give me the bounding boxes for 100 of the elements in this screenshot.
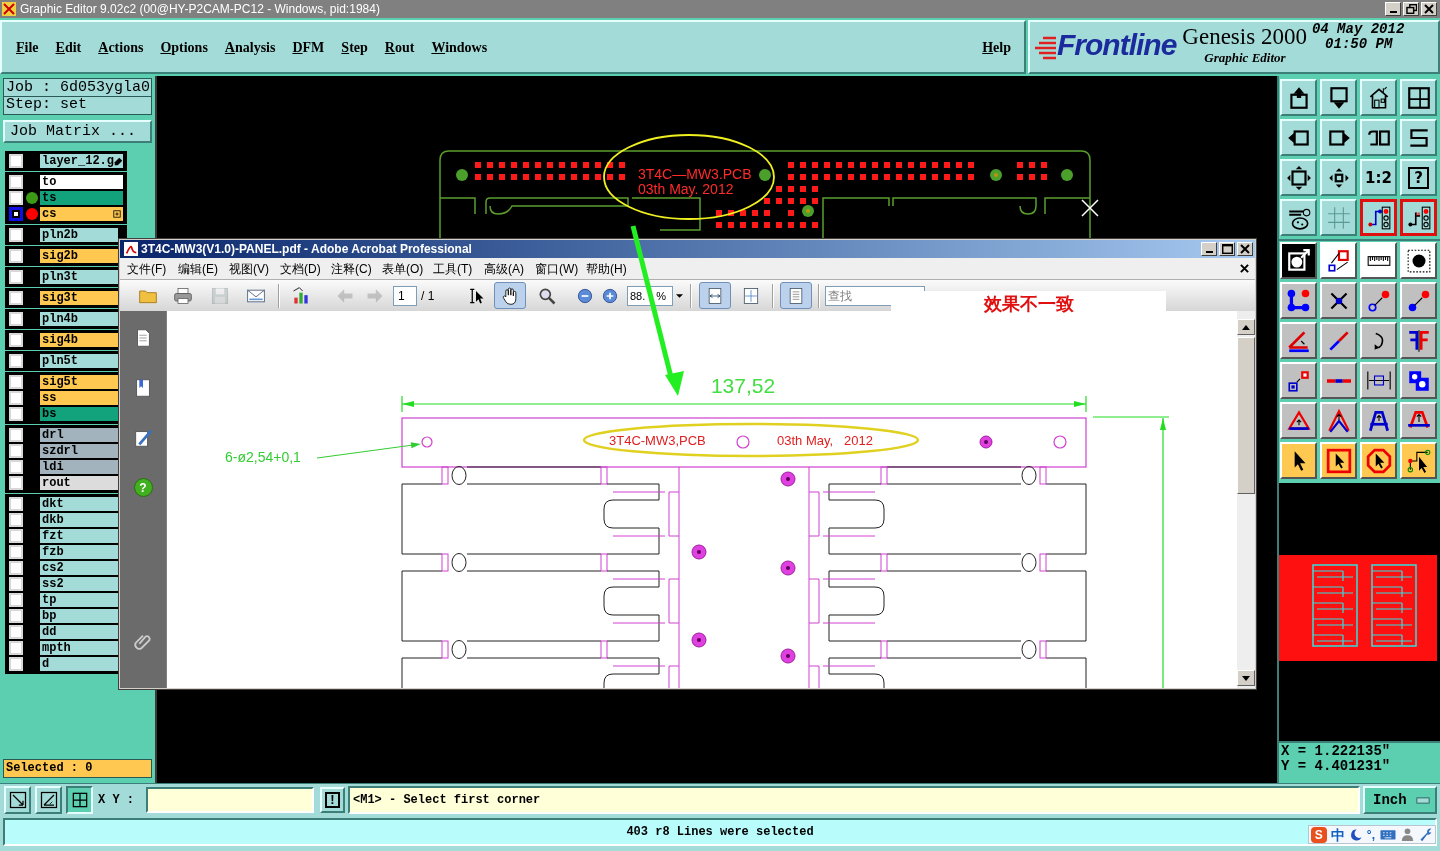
layer-name[interactable]: tp <box>40 593 118 607</box>
window-button[interactable] <box>1385 2 1401 16</box>
zoom-value-text: 88. <box>630 288 646 303</box>
menu-item[interactable]: 注释(C) <box>331 260 382 277</box>
pcb-label-text: 3T4C—MW3.PCB <box>638 166 752 182</box>
alert-button[interactable]: ! <box>320 787 345 813</box>
menu-item[interactable]: Help <box>982 39 1011 57</box>
layer-name[interactable]: mpth <box>40 641 118 655</box>
menu-item[interactable]: Actions <box>98 39 144 57</box>
layer-name[interactable]: bs <box>40 407 118 421</box>
layer-name[interactable]: pln3t <box>40 270 118 284</box>
layer-name[interactable]: sig2b <box>40 249 118 263</box>
menu-item[interactable]: 编辑(E) <box>178 260 229 277</box>
layer-name[interactable]: ss2 <box>40 577 118 591</box>
ime-logo[interactable]: S <box>1310 826 1327 843</box>
menu-item[interactable]: File <box>16 39 39 57</box>
hole-callout-text: 6-ø2,54+0,1 <box>225 449 301 465</box>
layer-name[interactable]: rout <box>40 476 118 490</box>
restore-icon <box>1405 4 1417 14</box>
menu-item[interactable]: DFM <box>292 39 325 57</box>
zoom-box-icon <box>7 790 28 810</box>
tool-button[interactable] <box>66 786 93 814</box>
input-mode-toggle[interactable]: 中 <box>1330 826 1345 843</box>
close-icon <box>1424 4 1434 14</box>
layer-name[interactable]: ldi <box>40 460 118 474</box>
speed-lines-icon <box>1034 36 1056 60</box>
window-title: 3T4C-MW3(V1.0)-PANEL.pdf - Adobe Acrobat Professional <box>141 242 472 256</box>
menu-item[interactable]: 文件(F) <box>127 260 178 277</box>
layer-name[interactable]: pln2b <box>40 228 118 242</box>
menu-item[interactable]: 视图(V) <box>229 260 280 277</box>
pdf-icon <box>124 242 138 256</box>
window-button[interactable] <box>1219 242 1235 256</box>
layer-name[interactable]: dkb <box>40 513 118 527</box>
menu-item[interactable]: 高级(A) <box>484 260 535 277</box>
arrow-down-icon <box>1242 675 1250 681</box>
layer-name[interactable]: dd <box>40 625 118 639</box>
menu-item[interactable]: Analysis <box>224 39 276 57</box>
layer-name[interactable]: sig3t <box>40 291 118 305</box>
pcb-label-text: 03th May. 2012 <box>638 181 734 197</box>
units-dropdown[interactable]: Inch <box>1363 786 1437 814</box>
layer-name[interactable]: to <box>40 175 123 189</box>
layer-name[interactable]: drl <box>40 428 118 442</box>
menu-item[interactable]: 窗口(W) <box>535 260 586 277</box>
menu-item[interactable]: 帮助(H) <box>586 260 637 277</box>
toolbar-button[interactable] <box>494 282 526 309</box>
menu-item[interactable]: Step <box>341 39 368 57</box>
step-name-field: Step: set <box>3 97 152 115</box>
menu-item[interactable]: 文档(D) <box>280 260 331 277</box>
toolbar-button[interactable]: 1:2 <box>1360 159 1397 196</box>
line-squares-icon <box>1325 247 1352 274</box>
toolbar-button[interactable] <box>1360 199 1397 236</box>
plus-box-icon <box>113 210 121 218</box>
dimension-text: 137,52 <box>710 374 776 397</box>
layer-name[interactable]: pln4b <box>40 312 118 326</box>
scroll-up-button[interactable] <box>1237 319 1255 335</box>
window-button[interactable] <box>1403 2 1419 16</box>
job-name-field: Job : 6d053ygla0 <box>3 78 152 97</box>
layer-name[interactable]: fzb <box>40 545 118 559</box>
layer-name[interactable]: ss <box>40 391 118 405</box>
moon-icon <box>1348 827 1363 842</box>
minimize-icon <box>1205 251 1213 253</box>
y-coordinate: Y = 4.401231" <box>1281 759 1392 774</box>
xy-input-field[interactable] <box>146 787 314 813</box>
menu-item[interactable]: Edit <box>55 39 82 57</box>
pointer-octagon-icon <box>1365 447 1392 474</box>
drill-hole <box>736 435 750 449</box>
layer-name[interactable]: sig4b <box>40 333 118 347</box>
caret-icon <box>675 293 683 298</box>
app-icon <box>2 2 16 16</box>
layer-name[interactable]: sig5t <box>40 375 118 389</box>
window-button[interactable] <box>1201 242 1217 256</box>
menu-item[interactable]: Rout <box>384 39 415 57</box>
scrollbar-thumb[interactable] <box>1237 337 1255 494</box>
menu-item[interactable]: Options <box>160 39 208 57</box>
menu-item[interactable]: 表单(O) <box>382 260 433 277</box>
layer-name[interactable]: cs2 <box>40 561 118 575</box>
layer-name[interactable]: layer_12.g <box>40 154 123 168</box>
punctuation-mode-toggle[interactable]: °, <box>1366 826 1375 843</box>
layer-checkbox[interactable] <box>9 207 23 221</box>
layer-name[interactable]: bp <box>40 609 118 623</box>
layer-name[interactable]: ts <box>40 191 123 205</box>
toolbar-button[interactable]: ? <box>1400 159 1437 196</box>
menu-item[interactable]: Windows <box>431 39 488 57</box>
layer-name[interactable]: dkt <box>40 497 118 511</box>
scroll-down-button[interactable] <box>1237 670 1255 686</box>
layer-name[interactable]: pln5t <box>40 354 118 368</box>
panel-label-text: 3T4C-MW3,PCB <box>609 433 706 448</box>
toolbar-button[interactable] <box>1400 199 1437 236</box>
layer-name[interactable]: szdrl <box>40 444 118 458</box>
job-matrix-button[interactable]: Job Matrix ... <box>3 120 152 143</box>
layer-name[interactable]: cs <box>40 207 123 221</box>
menu-item[interactable]: 工具(T) <box>433 260 484 277</box>
window-button[interactable] <box>1237 242 1253 256</box>
page-number-field[interactable]: 1 <box>393 285 417 306</box>
layer-name[interactable]: d <box>40 657 118 671</box>
selected-count: Selected : 0 <box>3 759 152 778</box>
window-button[interactable] <box>1421 2 1437 16</box>
circuit-lights-icon <box>1405 204 1432 231</box>
layer-name[interactable]: fzt <box>40 529 118 543</box>
grid-icon <box>1325 204 1352 231</box>
